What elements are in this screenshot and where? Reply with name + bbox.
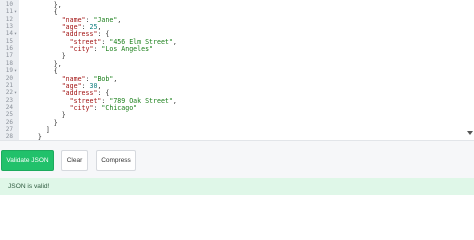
code-text: } bbox=[22, 133, 42, 141]
clear-button[interactable]: Clear bbox=[61, 150, 88, 171]
status-message: JSON is valid! bbox=[8, 183, 50, 190]
action-toolbar: Validate JSON Clear Compress bbox=[0, 141, 474, 178]
line-number: 28 bbox=[5, 133, 13, 141]
validate-json-button[interactable]: Validate JSON bbox=[1, 150, 54, 171]
json-punctuation: } bbox=[37, 133, 42, 141]
validation-status-banner: JSON is valid! bbox=[0, 178, 474, 195]
scroll-down-arrow-icon[interactable] bbox=[467, 131, 473, 135]
json-editor[interactable]: 10 }, 11 ▾ {12 "name": "Jane", 13 "age": 25… bbox=[0, 0, 474, 141]
compress-button[interactable]: Compress bbox=[96, 150, 136, 171]
editor-scrollbar[interactable] bbox=[466, 0, 474, 140]
code-line[interactable]: 28 } bbox=[0, 133, 470, 141]
